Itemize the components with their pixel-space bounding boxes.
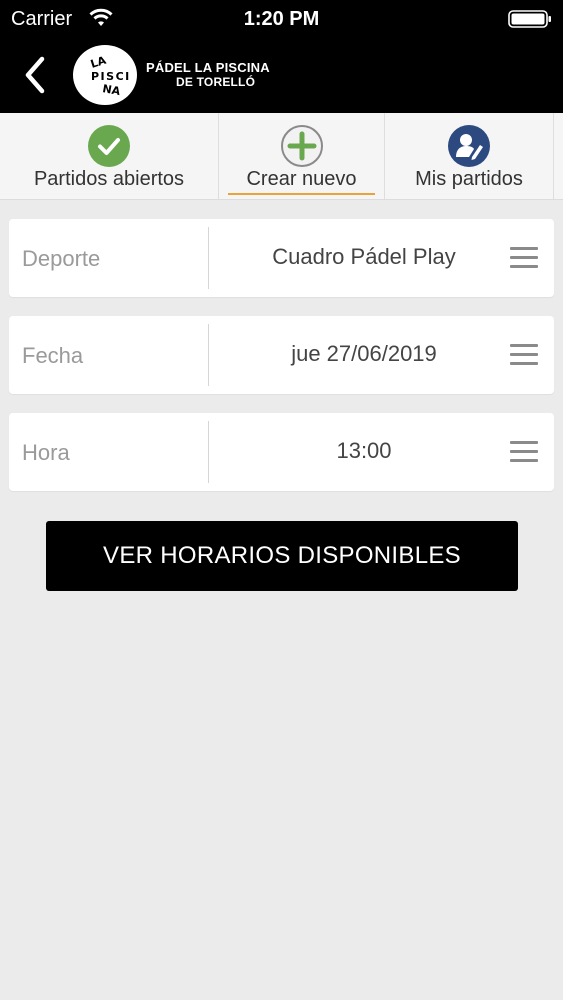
back-chevron-icon[interactable] [20,55,50,95]
menu-icon [510,247,538,269]
tab-partidos-abiertos[interactable]: Partidos abiertos [0,113,218,199]
deporte-label: Deporte [22,246,101,271]
svg-text:PISCI: PISCI [91,70,131,83]
fecha-value: jue 27/06/2019 [291,341,437,366]
tab-label: Crear nuevo [246,168,357,190]
tab-crear-nuevo[interactable]: Crear nuevo [219,113,384,199]
tab-divider [553,113,554,199]
brand-name: PÁDEL LA PISCINA DE TORELLÓ [146,60,270,90]
plus-circle-icon [280,125,323,167]
ver-horarios-button[interactable]: VER HORARIOS DISPONIBLES [46,521,518,591]
fecha-label: Fecha [22,343,84,368]
tab-label: Mis partidos [415,168,523,190]
active-tab-indicator [228,193,375,195]
battery-icon [508,10,551,28]
fecha-row[interactable]: Fecha jue 27/06/2019 [9,316,554,394]
check-circle-icon [88,125,130,167]
tab-bar: Partidos abiertos Crear nuevo Mis partid… [0,113,563,200]
deporte-value: Cuadro Pádel Play [272,244,456,269]
tab-label: Partidos abiertos [33,168,185,190]
hora-label: Hora [22,440,70,465]
deporte-row[interactable]: Deporte Cuadro Pádel Play [9,219,554,297]
tab-mis-partidos[interactable]: Mis partidos [385,113,553,199]
brand-line-2: DE TORELLÓ [176,75,256,89]
hora-row[interactable]: Hora 13:00 [9,413,554,491]
status-bar: Carrier 1:20 PM [0,0,563,40]
club-logo: LA PISCI NA [73,45,137,105]
status-time: 1:20 PM [243,8,320,30]
hora-value: 13:00 [336,438,392,463]
menu-icon [510,441,538,463]
brand-line-1: PÁDEL LA PISCINA [146,60,270,75]
app-header: Carrier 1:20 PM LA PISCI NA PÁDEL LA PIS… [0,0,563,113]
user-edit-icon [448,125,490,167]
menu-icon [510,344,538,366]
